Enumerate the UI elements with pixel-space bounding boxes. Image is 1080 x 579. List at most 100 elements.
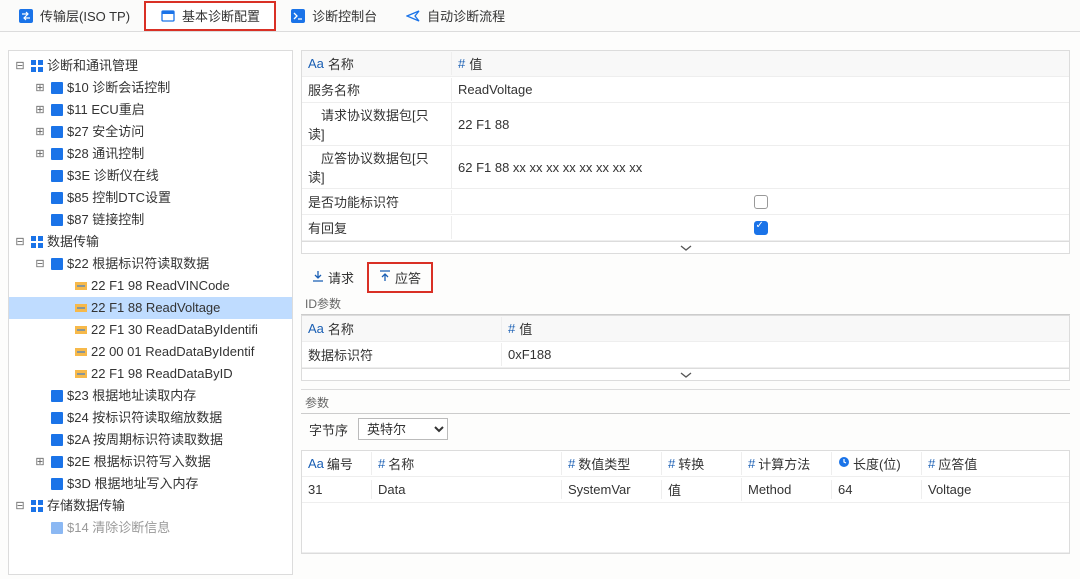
tree-node[interactable]: ⊞$11 ECU重启 <box>9 99 292 121</box>
tree-leaf-selected[interactable]: ·22 F1 88 ReadVoltage <box>9 297 292 319</box>
tab-diag-console[interactable]: 诊断控制台 <box>276 1 391 31</box>
hash-icon: # <box>508 321 515 336</box>
tree-node-data-transfer[interactable]: ⊟数据传输 <box>9 231 292 253</box>
subtab-label: 请求 <box>328 268 354 287</box>
tree-node[interactable]: ⊞$28 通讯控制 <box>9 143 292 165</box>
col-value: 值 <box>519 319 532 338</box>
service-icon <box>50 103 64 117</box>
window-icon <box>160 8 176 24</box>
collapse-handle[interactable] <box>301 369 1070 381</box>
service-icon <box>50 433 64 447</box>
service-icon <box>50 213 64 227</box>
tree-node[interactable]: ·$85 控制DTC设置 <box>9 187 292 209</box>
service-icon <box>50 169 64 183</box>
id-params-title: ID参数 <box>301 293 1070 315</box>
service-icon <box>50 147 64 161</box>
tree-label: $3E 诊断仪在线 <box>67 165 159 187</box>
tree-node[interactable]: ·$87 链接控制 <box>9 209 292 231</box>
category-icon <box>30 59 44 73</box>
tree-node-diag-comm-mgmt[interactable]: ⊟诊断和通讯管理 <box>9 55 292 77</box>
prop-key: 请求协议数据包[只读] <box>302 103 452 145</box>
grid-empty <box>302 503 1069 553</box>
service-icon <box>50 257 64 271</box>
tree-node[interactable]: ⊞$2E 根据标识符写入数据 <box>9 451 292 473</box>
data-icon <box>74 279 88 293</box>
cell-conv: 值 <box>662 478 742 501</box>
prop-key: 是否功能标识符 <box>302 190 452 213</box>
tree-label: $85 控制DTC设置 <box>67 187 171 209</box>
hash-icon: # <box>668 456 675 471</box>
service-tree[interactable]: ⊟诊断和通讯管理 ⊞$10 诊断会话控制 ⊞$11 ECU重启 ⊞$27 安全访… <box>8 50 293 575</box>
tree-label: $10 诊断会话控制 <box>67 77 170 99</box>
hash-icon: # <box>748 456 755 471</box>
subtab-response[interactable]: 应答 <box>367 262 433 293</box>
service-icon <box>50 455 64 469</box>
prop-row[interactable]: 服务名称ReadVoltage <box>302 77 1069 103</box>
tree-label: $24 按标识符读取缩放数据 <box>67 407 222 429</box>
tree-label: $3D 根据地址写入内存 <box>67 473 198 495</box>
prop-key: 服务名称 <box>302 78 452 101</box>
upload-icon <box>379 270 391 285</box>
tree-node[interactable]: ·$3D 根据地址写入内存 <box>9 473 292 495</box>
col-name: 名称 <box>328 319 354 338</box>
tab-auto-diag-flow[interactable]: 自动诊断流程 <box>391 1 519 31</box>
tree-leaf[interactable]: ·22 F1 30 ReadDataByIdentifi <box>9 319 292 341</box>
cell-name: Data <box>372 480 562 499</box>
prop-key: 应答协议数据包[只读] <box>302 146 452 188</box>
prop-value: 22 F1 88 <box>452 115 1069 134</box>
tree-label: 22 F1 98 ReadVINCode <box>91 275 230 297</box>
tree-node[interactable]: ·$14 清除诊断信息 <box>9 517 292 539</box>
tree-node[interactable]: ·$24 按标识符读取缩放数据 <box>9 407 292 429</box>
hash-icon: # <box>568 456 575 471</box>
text-icon: Aa <box>308 321 324 336</box>
data-icon <box>74 367 88 381</box>
tab-transport-layer[interactable]: 传输层(ISO TP) <box>4 1 144 31</box>
tree-node-stored-data[interactable]: ⊟存储数据传输 <box>9 495 292 517</box>
prop-row[interactable]: 请求协议数据包[只读]22 F1 88 <box>302 103 1069 146</box>
tab-basic-diag-config[interactable]: 基本诊断配置 <box>144 1 276 31</box>
tree-leaf[interactable]: ·22 00 01 ReadDataByIdentif <box>9 341 292 363</box>
col-method: 计算方法 <box>758 454 810 473</box>
id-param-row[interactable]: 数据标识符0xF188 <box>302 342 1069 368</box>
prop-key: 有回复 <box>302 216 452 239</box>
response-params-grid: Aa编号 #名称 #数值类型 #转换 #计算方法 长度(位) #应答值 31 D… <box>301 450 1070 554</box>
id-params-table: Aa 名称 # 值 数据标识符0xF188 <box>301 315 1070 369</box>
checkbox-functional-id[interactable] <box>754 195 768 209</box>
tree-node[interactable]: ·$2A 按周期标识符读取数据 <box>9 429 292 451</box>
collapse-handle[interactable] <box>301 242 1070 254</box>
grid-row[interactable]: 31 Data SystemVar 值 Method 64 Voltage <box>302 477 1069 503</box>
prop-row[interactable]: 是否功能标识符 <box>302 189 1069 215</box>
col-name: 名称 <box>328 54 354 73</box>
req-resp-tabs: 请求 应答 <box>301 262 1070 293</box>
cell-method: Method <box>742 480 832 499</box>
tree-label: $27 安全访问 <box>67 121 144 143</box>
prop-row[interactable]: 有回复 <box>302 215 1069 241</box>
cell-type: SystemVar <box>562 480 662 499</box>
tree-node[interactable]: ⊟$22 根据标识符读取数据 <box>9 253 292 275</box>
tree-leaf[interactable]: ·22 F1 98 ReadVINCode <box>9 275 292 297</box>
tab-label: 诊断控制台 <box>312 6 377 25</box>
service-icon <box>50 389 64 403</box>
col-val: 应答值 <box>938 454 977 473</box>
top-tab-bar: 传输层(ISO TP) 基本诊断配置 诊断控制台 自动诊断流程 <box>0 0 1080 32</box>
cell-len: 64 <box>832 480 922 499</box>
tree-label: $28 通讯控制 <box>67 143 144 165</box>
prop-value: ReadVoltage <box>452 80 1069 99</box>
data-icon <box>74 345 88 359</box>
subtab-request[interactable]: 请求 <box>301 263 365 292</box>
tree-node[interactable]: ·$23 根据地址读取内存 <box>9 385 292 407</box>
tree-label: $22 根据标识符读取数据 <box>67 253 209 275</box>
tree-label: $11 ECU重启 <box>67 99 145 121</box>
tree-label: $14 清除诊断信息 <box>67 517 170 539</box>
data-icon <box>74 323 88 337</box>
tree-node[interactable]: ⊞$10 诊断会话控制 <box>9 77 292 99</box>
byte-order-select[interactable]: 英特尔 <box>358 418 448 440</box>
checkbox-has-response[interactable] <box>754 221 768 235</box>
tree-node[interactable]: ·$3E 诊断仪在线 <box>9 165 292 187</box>
tree-leaf[interactable]: ·22 F1 98 ReadDataByID <box>9 363 292 385</box>
service-properties-table: Aa名称 #值 服务名称ReadVoltage 请求协议数据包[只读]22 F1… <box>301 50 1070 242</box>
console-icon <box>290 8 306 24</box>
tree-node[interactable]: ⊞$27 安全访问 <box>9 121 292 143</box>
params-title: 参数 <box>301 392 1070 414</box>
prop-row[interactable]: 应答协议数据包[只读]62 F1 88 xx xx xx xx xx xx xx… <box>302 146 1069 189</box>
